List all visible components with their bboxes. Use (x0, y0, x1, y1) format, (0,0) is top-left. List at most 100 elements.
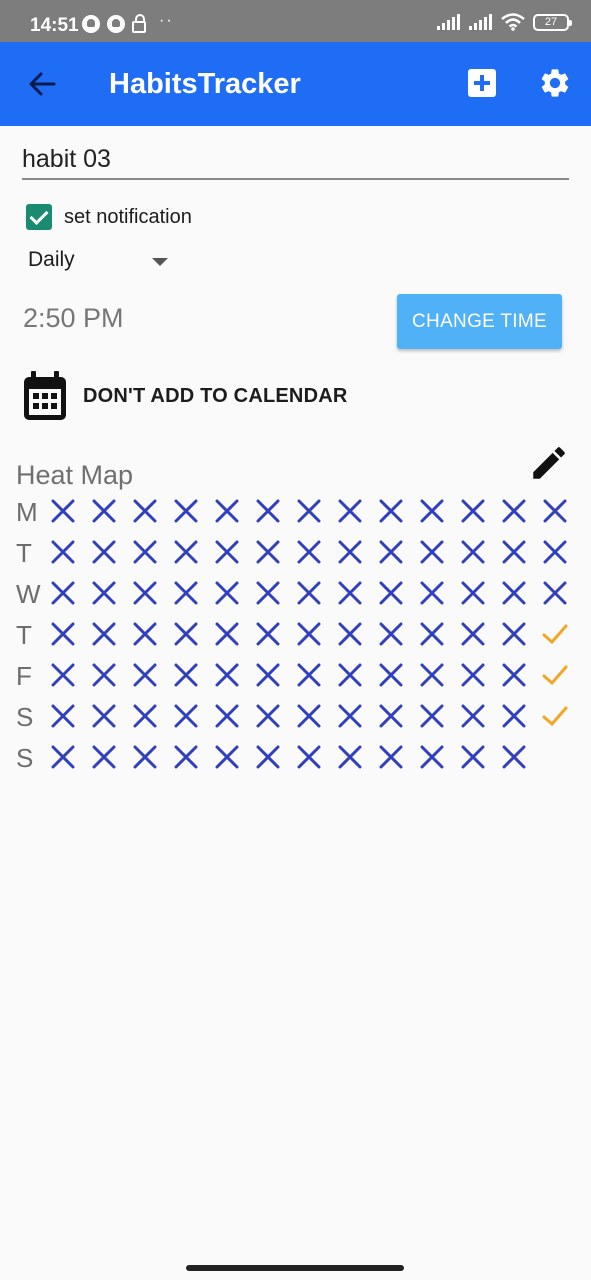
heatmap-cross-icon[interactable] (173, 580, 199, 606)
heatmap-cross-icon[interactable] (296, 662, 322, 688)
heatmap-cross-icon[interactable] (214, 703, 240, 729)
heatmap-cross-icon[interactable] (132, 744, 158, 770)
home-indicator[interactable] (186, 1265, 404, 1271)
heatmap-cross-icon[interactable] (419, 662, 445, 688)
heatmap-cross-icon[interactable] (91, 539, 117, 565)
heatmap-cross-icon[interactable] (255, 621, 281, 647)
heatmap-cross-icon[interactable] (501, 621, 527, 647)
heatmap-cross-icon[interactable] (91, 580, 117, 606)
heatmap-cross-icon[interactable] (214, 662, 240, 688)
heatmap-cross-icon[interactable] (378, 539, 404, 565)
heatmap-cross-icon[interactable] (255, 744, 281, 770)
heatmap-cross-icon[interactable] (501, 703, 527, 729)
habit-name-input[interactable] (22, 140, 569, 180)
notification-checkbox-row[interactable]: set notification (26, 204, 192, 230)
heatmap-cross-icon[interactable] (173, 662, 199, 688)
heatmap-cross-icon[interactable] (460, 539, 486, 565)
heatmap-cross-icon[interactable] (50, 662, 76, 688)
heatmap-cross-icon[interactable] (50, 539, 76, 565)
heatmap-cross-icon[interactable] (419, 580, 445, 606)
pencil-icon[interactable] (528, 442, 570, 484)
heatmap-cross-icon[interactable] (419, 744, 445, 770)
heatmap-cross-icon[interactable] (296, 744, 322, 770)
heatmap-cross-icon[interactable] (501, 580, 527, 606)
heatmap-cross-icon[interactable] (419, 703, 445, 729)
heatmap-cross-icon[interactable] (460, 662, 486, 688)
heatmap-cross-icon[interactable] (460, 703, 486, 729)
heatmap-cross-icon[interactable] (50, 580, 76, 606)
heatmap-cross-icon[interactable] (132, 703, 158, 729)
heatmap-cross-icon[interactable] (173, 744, 199, 770)
heatmap-cross-icon[interactable] (173, 703, 199, 729)
heatmap-cross-icon[interactable] (501, 744, 527, 770)
heatmap-cross-icon[interactable] (378, 703, 404, 729)
heatmap-cross-icon[interactable] (255, 498, 281, 524)
heatmap-cross-icon[interactable] (296, 498, 322, 524)
heatmap-cross-icon[interactable] (214, 498, 240, 524)
heatmap-cross-icon[interactable] (337, 498, 363, 524)
heatmap-cross-icon[interactable] (460, 498, 486, 524)
back-arrow-icon[interactable] (22, 66, 62, 102)
heatmap-cross-icon[interactable] (378, 498, 404, 524)
heatmap-cross-icon[interactable] (132, 621, 158, 647)
heatmap-cross-icon[interactable] (255, 539, 281, 565)
heatmap-cross-icon[interactable] (296, 580, 322, 606)
heatmap-check-icon[interactable] (542, 662, 568, 688)
heatmap-cross-icon[interactable] (132, 498, 158, 524)
heatmap-cross-icon[interactable] (255, 580, 281, 606)
heatmap-cross-icon[interactable] (337, 662, 363, 688)
heatmap-cross-icon[interactable] (337, 703, 363, 729)
heatmap-cross-icon[interactable] (460, 621, 486, 647)
heatmap-cross-icon[interactable] (255, 662, 281, 688)
heatmap-cross-icon[interactable] (296, 621, 322, 647)
heatmap-cross-icon[interactable] (91, 498, 117, 524)
heatmap-cross-icon[interactable] (501, 539, 527, 565)
heatmap-cross-icon[interactable] (91, 662, 117, 688)
heatmap-cross-icon[interactable] (378, 621, 404, 647)
heatmap-cross-icon[interactable] (91, 744, 117, 770)
heatmap-cross-icon[interactable] (460, 744, 486, 770)
add-habit-icon[interactable] (468, 69, 496, 97)
heatmap-cross-icon[interactable] (378, 744, 404, 770)
heatmap-cross-icon[interactable] (296, 703, 322, 729)
heatmap-cross-icon[interactable] (173, 621, 199, 647)
heatmap-cross-icon[interactable] (214, 744, 240, 770)
heatmap-cross-icon[interactable] (132, 539, 158, 565)
heatmap-cross-icon[interactable] (542, 580, 568, 606)
gear-icon[interactable] (538, 66, 572, 100)
heatmap-cross-icon[interactable] (50, 621, 76, 647)
heatmap-cross-icon[interactable] (542, 498, 568, 524)
heatmap-cross-icon[interactable] (214, 539, 240, 565)
heatmap-cross-icon[interactable] (91, 621, 117, 647)
heatmap-check-icon[interactable] (542, 703, 568, 729)
heatmap-cross-icon[interactable] (337, 539, 363, 565)
heatmap-cross-icon[interactable] (50, 498, 76, 524)
heatmap-cross-icon[interactable] (501, 662, 527, 688)
heatmap-cross-icon[interactable] (91, 703, 117, 729)
heatmap-check-icon[interactable] (542, 621, 568, 647)
change-time-button[interactable]: CHANGE TIME (397, 294, 562, 349)
heatmap-cross-icon[interactable] (501, 498, 527, 524)
heatmap-cross-icon[interactable] (337, 744, 363, 770)
heatmap-cross-icon[interactable] (337, 621, 363, 647)
heatmap-cross-icon[interactable] (419, 498, 445, 524)
heatmap-cross-icon[interactable] (296, 539, 322, 565)
heatmap-cross-icon[interactable] (173, 498, 199, 524)
heatmap-cross-icon[interactable] (214, 580, 240, 606)
frequency-dropdown[interactable]: Daily (28, 248, 178, 276)
heatmap-cross-icon[interactable] (173, 539, 199, 565)
heatmap-cross-icon[interactable] (378, 662, 404, 688)
heatmap-cross-icon[interactable] (214, 621, 240, 647)
heatmap-cross-icon[interactable] (50, 744, 76, 770)
heatmap-cross-icon[interactable] (337, 580, 363, 606)
heatmap-cross-icon[interactable] (542, 539, 568, 565)
heatmap-cross-icon[interactable] (378, 580, 404, 606)
heatmap-cross-icon[interactable] (132, 662, 158, 688)
heatmap-cross-icon[interactable] (419, 539, 445, 565)
notification-checkbox[interactable] (26, 204, 52, 230)
calendar-toggle[interactable]: DON'T ADD TO CALENDAR (22, 370, 348, 422)
heatmap-cross-icon[interactable] (132, 580, 158, 606)
heatmap-cross-icon[interactable] (255, 703, 281, 729)
heatmap-cross-icon[interactable] (50, 703, 76, 729)
heatmap-cross-icon[interactable] (419, 621, 445, 647)
